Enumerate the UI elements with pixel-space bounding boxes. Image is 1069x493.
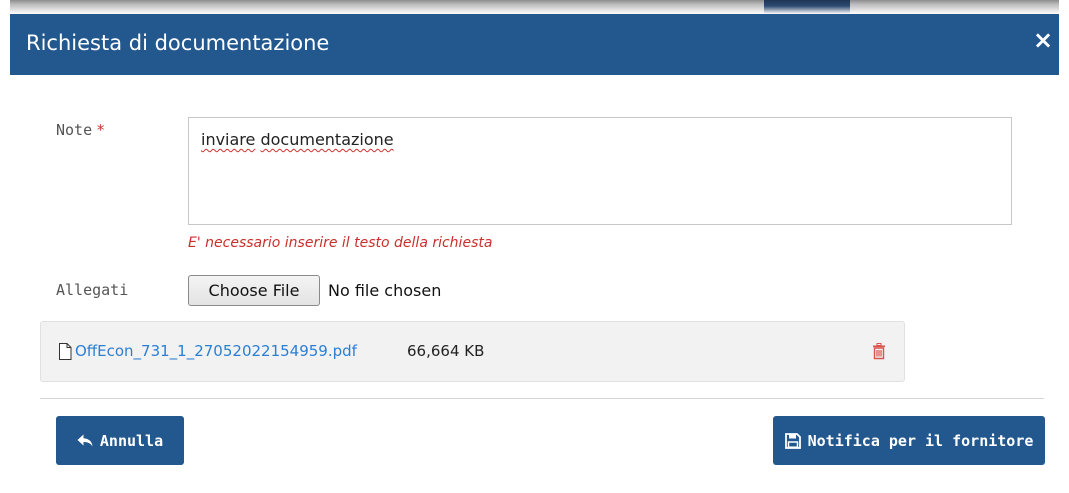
file-status-text: No file chosen xyxy=(328,281,442,300)
note-label: Note xyxy=(56,121,93,139)
notify-supplier-button[interactable]: Notifica per il fornitore xyxy=(773,416,1045,465)
note-text-word-1: inviare xyxy=(201,130,256,149)
modal-header: Richiesta di documentazione × xyxy=(10,14,1059,75)
floppy-disk-icon xyxy=(784,432,801,449)
choose-file-button[interactable]: Choose File xyxy=(188,275,320,306)
note-label-row: Note * xyxy=(56,121,105,139)
document-icon xyxy=(59,343,72,360)
attachment-size: 66,664 KB xyxy=(407,342,485,360)
footer-divider xyxy=(40,398,1044,399)
backdrop-shadow xyxy=(10,0,1059,14)
note-textarea[interactable]: inviare documentazione xyxy=(188,117,1012,225)
background-tab xyxy=(764,0,850,14)
attachment-filename-link[interactable]: OffEcon_731_1_27052022154959.pdf xyxy=(75,342,357,360)
required-asterisk: * xyxy=(96,121,106,139)
trash-icon[interactable] xyxy=(872,343,886,360)
modal-title: Richiesta di documentazione xyxy=(26,31,330,55)
page: Richiesta di documentazione × Note * invi… xyxy=(0,0,1069,493)
attachment-item: OffEcon_731_1_27052022154959.pdf 66,664 … xyxy=(40,321,905,382)
reply-arrow-icon xyxy=(77,434,93,447)
attachments-label: Allegati xyxy=(56,281,129,299)
cancel-button[interactable]: Annulla xyxy=(56,416,184,465)
cancel-button-label: Annulla xyxy=(99,431,164,450)
close-icon[interactable]: × xyxy=(1029,26,1057,54)
note-text-word-2: documentazione xyxy=(260,130,394,149)
notify-supplier-button-label: Notifica per il fornitore xyxy=(807,431,1034,450)
validation-error: E' necessario inserire il testo della ri… xyxy=(188,235,493,251)
background-page-strip xyxy=(0,0,1069,14)
